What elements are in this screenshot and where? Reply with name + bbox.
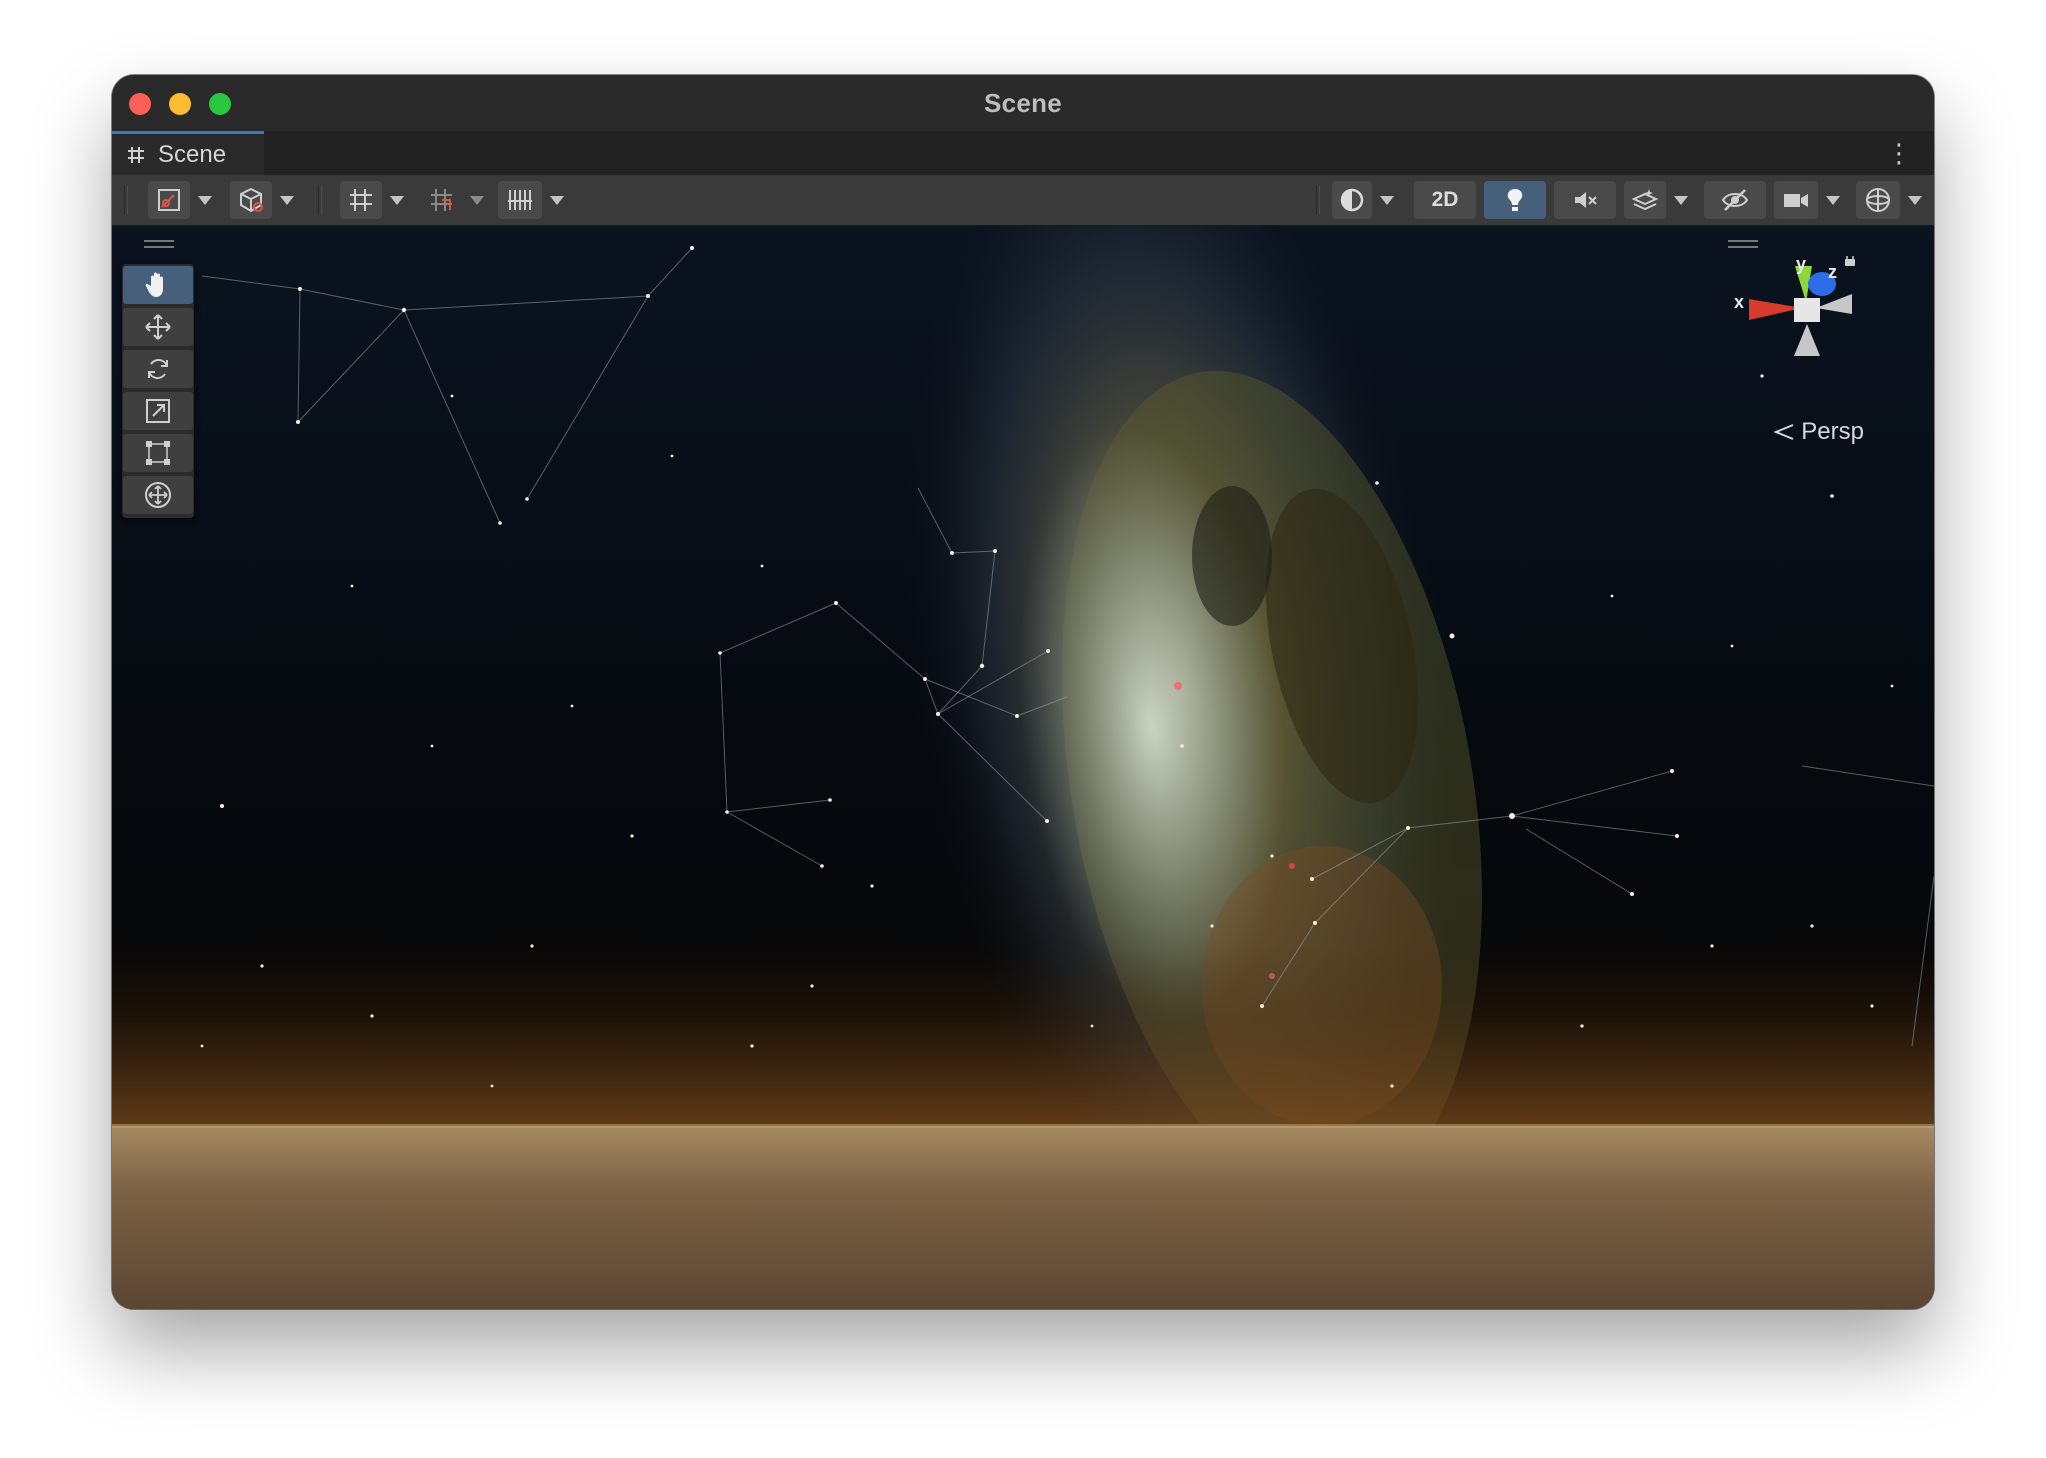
toolbar-grip: [124, 185, 128, 215]
more-options-icon[interactable]: ⋮: [1886, 140, 1912, 166]
effects-dropdown[interactable]: [1668, 181, 1694, 219]
axis-y-label: y: [1796, 256, 1806, 274]
grid-snapping-icon: [350, 189, 372, 211]
transform-handle-dropdown[interactable]: [192, 181, 218, 219]
scene-viewport[interactable]: x y z Persp: [112, 226, 1934, 1309]
draw-mode-dropdown[interactable]: [1374, 181, 1400, 219]
transform-handle-button[interactable]: [148, 181, 190, 219]
scale-icon: [146, 399, 170, 423]
grid-hash-icon: [128, 146, 144, 163]
scene-visibility-icon: [1721, 189, 1749, 211]
audio-mute-icon: [1575, 192, 1597, 208]
grid-snapping-dropdown[interactable]: [384, 181, 410, 219]
chevron-down-icon: [470, 195, 484, 205]
effects-icon: [1631, 189, 1659, 211]
transform-icon: [145, 482, 171, 508]
chevron-down-icon: [1380, 195, 1394, 205]
axis-z-label: z: [1828, 262, 1837, 282]
toolbar-separator: [1316, 185, 1320, 215]
axis-x-label: x: [1734, 292, 1744, 312]
draw-mode-button[interactable]: [1332, 181, 1372, 219]
global-local-icon: [240, 187, 263, 213]
toolbar-separator: [318, 185, 322, 215]
scale-tool-button[interactable]: [123, 392, 193, 430]
lighting-toggle-button[interactable]: [1484, 181, 1546, 219]
gizmos-button[interactable]: [1856, 181, 1900, 219]
projection-toggle[interactable]: Persp: [1773, 418, 1864, 446]
rect-transform-icon: [146, 441, 170, 465]
chevron-down-icon: [1674, 195, 1688, 205]
toggle-2d-button[interactable]: 2D: [1414, 181, 1476, 219]
window-title: Scene: [983, 87, 1063, 118]
orientation-gizmo[interactable]: x y z: [1724, 252, 1874, 386]
effects-button[interactable]: [1624, 181, 1666, 219]
grid-visibility-icon: [508, 190, 532, 210]
tab-bar: Scene ⋮: [112, 131, 1934, 175]
chevron-left-icon: [1773, 424, 1794, 440]
global-local-dropdown[interactable]: [274, 181, 300, 219]
chevron-down-icon: [280, 195, 294, 205]
grid-visibility-dropdown[interactable]: [544, 181, 570, 219]
incremental-snap-icon: [431, 189, 452, 211]
tab-scene-label: Scene: [158, 140, 227, 168]
scene-visibility-button[interactable]: [1704, 181, 1766, 219]
global-local-button[interactable]: [230, 181, 272, 219]
scene-toolbar: 2D: [112, 175, 1934, 226]
maximize-window-button[interactable]: [209, 93, 231, 115]
projection-label: Persp: [1801, 418, 1864, 445]
close-window-button[interactable]: [129, 93, 151, 115]
axis-gizmo-icon: x y z: [1734, 252, 1855, 356]
audio-toggle-button[interactable]: [1554, 181, 1616, 219]
grid-snapping-button[interactable]: [340, 181, 382, 219]
rect-tool-button[interactable]: [123, 434, 193, 472]
gizmos-dropdown[interactable]: [1902, 181, 1928, 219]
toggle-2d-label: 2D: [1431, 188, 1459, 211]
draw-mode-icon: [1340, 188, 1364, 212]
camera-button[interactable]: [1774, 181, 1818, 219]
tools-overlay: [122, 264, 194, 518]
lighting-icon: [1507, 189, 1523, 211]
tools-overlay-grip[interactable]: [144, 240, 174, 248]
gizmos-icon: [1866, 188, 1890, 212]
tab-scene[interactable]: Scene: [112, 131, 264, 175]
camera-icon: [1784, 194, 1808, 207]
scene-window: Scene Scene ⋮ 2D x y z Persp: [112, 75, 1934, 1309]
chevron-down-icon: [1826, 195, 1840, 205]
camera-dropdown[interactable]: [1820, 181, 1846, 219]
minimize-window-button[interactable]: [169, 93, 191, 115]
chevron-down-icon: [198, 195, 212, 205]
move-icon: [145, 314, 171, 340]
grid-visibility-button[interactable]: [498, 181, 542, 219]
move-tool-button[interactable]: [123, 308, 193, 346]
chevron-down-icon: [1908, 195, 1922, 205]
rotate-tool-button[interactable]: [123, 350, 193, 388]
incremental-snap-button[interactable]: [422, 181, 462, 219]
chevron-down-icon: [550, 195, 564, 205]
hand-icon: [145, 272, 163, 297]
transform-handle-icon: [158, 189, 180, 211]
transform-tool-button[interactable]: [123, 476, 193, 514]
view-tool-button[interactable]: [123, 266, 193, 304]
title-bar: Scene: [112, 75, 1934, 131]
orientation-overlay-grip[interactable]: [1728, 240, 1758, 248]
rotate-icon: [148, 359, 168, 379]
incremental-snap-dropdown[interactable]: [464, 181, 490, 219]
chevron-down-icon: [390, 195, 404, 205]
skybox-background: [112, 226, 1934, 1309]
